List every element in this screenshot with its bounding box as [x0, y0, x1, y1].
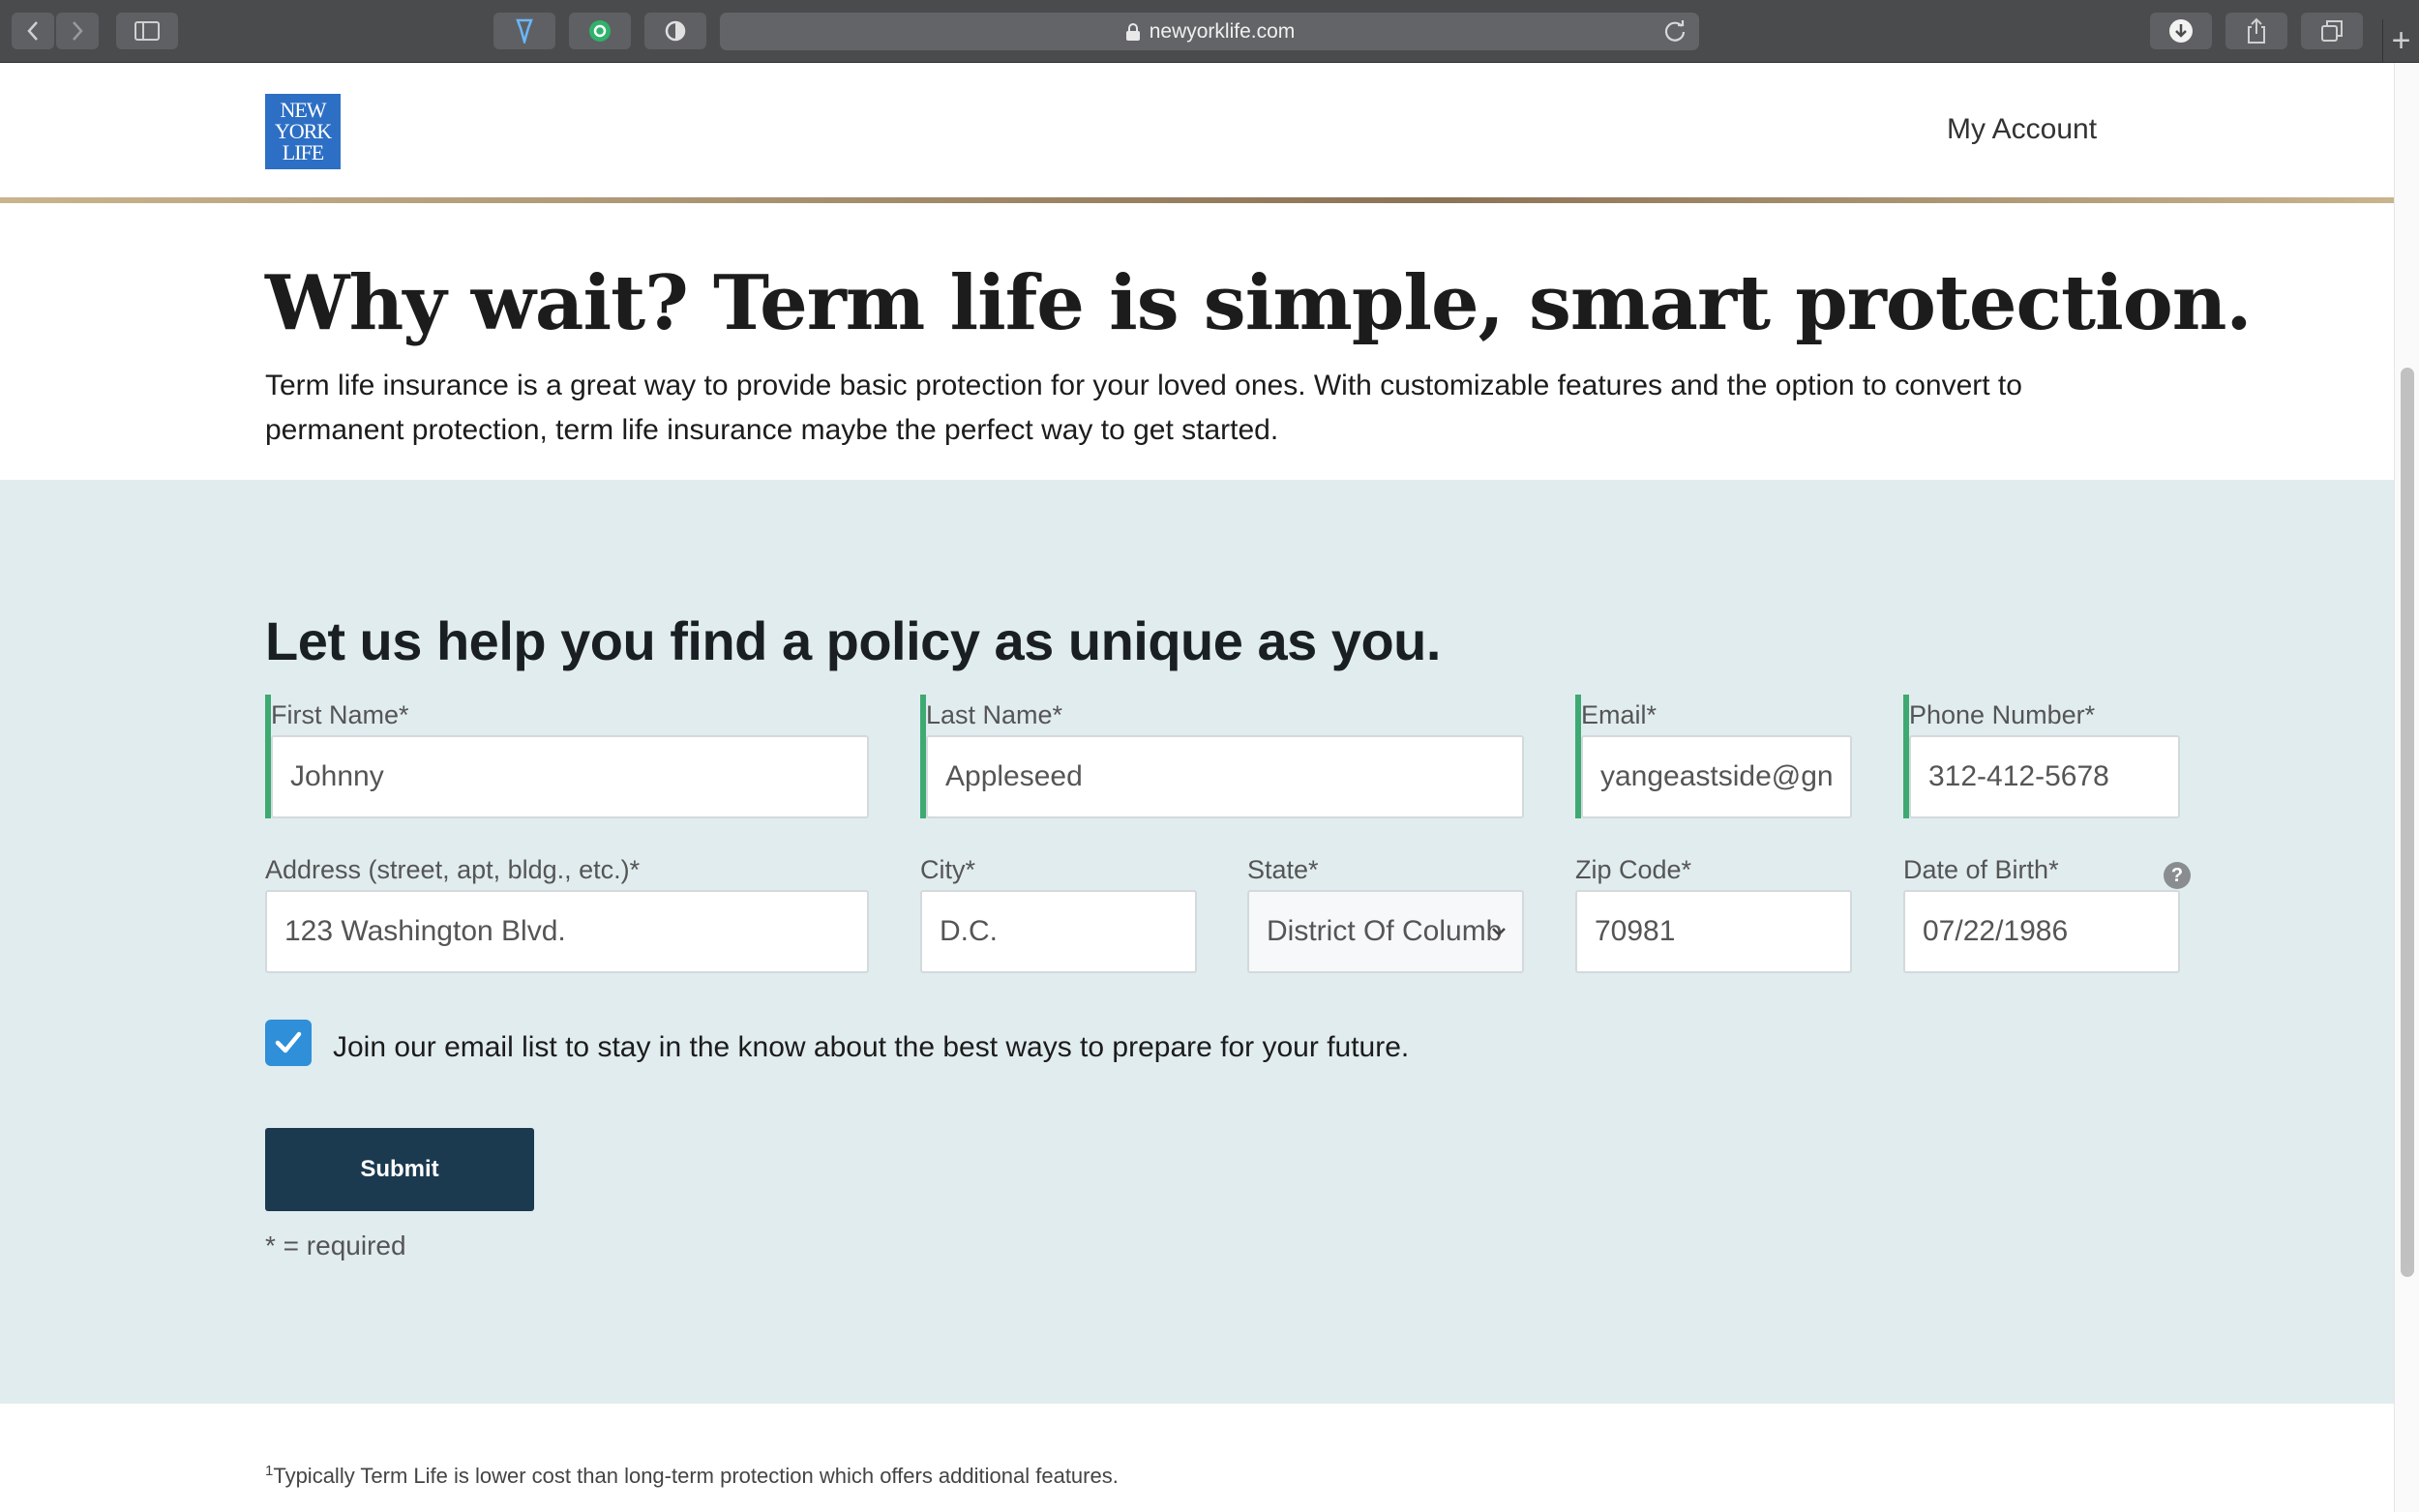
plus-icon: + [2391, 21, 2411, 59]
site-header: NEW YORK LIFE My Account [0, 63, 2394, 199]
logo-line: LIFE [282, 140, 324, 164]
url-text: newyorklife.com [1149, 19, 1296, 43]
back-button[interactable] [12, 13, 54, 49]
tabs-button[interactable] [2301, 13, 2363, 49]
footnote-text: Typically Term Life is lower cost than l… [273, 1464, 1119, 1488]
browser-toolbar: newyorklife.com + [0, 0, 2419, 63]
dob-label: Date of Birth* [1903, 855, 2059, 884]
share-button[interactable] [2225, 13, 2287, 49]
downloads-button[interactable] [2150, 13, 2212, 49]
address-input[interactable]: 123 Washington Blvd. [265, 890, 869, 973]
city-field: City* D.C. [920, 849, 1197, 973]
first-name-input[interactable]: Johnny [271, 735, 869, 818]
grammarly-icon [589, 20, 611, 42]
extension-button-2[interactable] [569, 13, 631, 49]
forward-button[interactable] [56, 13, 99, 49]
address-bar[interactable]: newyorklife.com [720, 13, 1699, 50]
first-name-field: First Name* Johnny [265, 695, 869, 818]
form-title: Let us help you find a policy as unique … [265, 610, 1441, 671]
email-label: Email* [1581, 700, 1657, 729]
address-field: Address (street, apt, bldg., etc.)* 123 … [265, 849, 869, 973]
chevron-right-icon [73, 21, 83, 41]
dob-help-icon[interactable]: ? [2164, 862, 2191, 889]
scrollbar-thumb[interactable] [2401, 368, 2414, 1277]
chevron-down-icon [1492, 928, 1506, 936]
share-icon [2248, 17, 2265, 44]
sidebar-button[interactable] [116, 13, 178, 49]
state-field: State* District Of Columb [1247, 849, 1524, 973]
last-name-field: Last Name* Appleseed [920, 695, 1524, 818]
dob-input[interactable]: 07/22/1986 [1903, 890, 2180, 973]
city-input[interactable]: D.C. [920, 890, 1197, 973]
hero-description: Term life insurance is a great way to pr… [265, 370, 2022, 446]
shield-icon [665, 20, 686, 42]
lock-icon [1125, 22, 1140, 41]
dob-field: Date of Birth* 07/22/1986 [1903, 849, 2180, 973]
phone-field: Phone Number* 312-412-5678 [1903, 695, 2180, 818]
extension-button-3[interactable] [644, 13, 706, 49]
zip-input[interactable]: 70981 [1575, 890, 1852, 973]
first-name-label: First Name* [271, 700, 409, 729]
email-list-checkbox[interactable] [265, 1020, 312, 1066]
checkmark-icon [275, 1031, 302, 1053]
email-field: Email* yangeastside@gn [1575, 695, 1852, 818]
city-label: City* [920, 855, 976, 884]
chevron-left-icon [27, 21, 38, 41]
header-divider [0, 197, 2394, 203]
phone-label: Phone Number* [1909, 700, 2096, 729]
pin-icon [516, 18, 533, 44]
zip-field: Zip Code* 70981 [1575, 849, 1852, 973]
tabs-icon [2321, 20, 2343, 42]
my-account-link[interactable]: My Account [1947, 113, 2097, 146]
page-title: Why wait? Term life is simple, smart pro… [265, 259, 2253, 347]
state-label: State* [1247, 855, 1319, 884]
last-name-input[interactable]: Appleseed [926, 735, 1524, 818]
new-york-life-logo[interactable]: NEW YORK LIFE [265, 94, 341, 169]
email-input[interactable]: yangeastside@gn [1581, 735, 1852, 818]
download-icon [2169, 19, 2193, 43]
logo-line: NEW [280, 98, 326, 122]
sidebar-icon [134, 21, 160, 41]
phone-input[interactable]: 312-412-5678 [1909, 735, 2180, 818]
footnote: 1Typically Term Life is lower cost than … [265, 1463, 1119, 1489]
required-note: * = required [265, 1230, 406, 1260]
state-value: District Of Columb [1267, 915, 1503, 947]
state-select[interactable]: District Of Columb [1247, 890, 1524, 973]
new-tab-button[interactable]: + [2382, 19, 2419, 62]
submit-button[interactable]: Submit [265, 1128, 534, 1211]
reload-icon[interactable] [1662, 18, 1687, 44]
extension-button-1[interactable] [493, 13, 555, 49]
logo-line: YORK [274, 119, 332, 143]
zip-label: Zip Code* [1575, 855, 1692, 884]
help-symbol: ? [2170, 864, 2184, 886]
email-list-label[interactable]: Join our email list to stay in the know … [333, 1031, 1409, 1064]
last-name-label: Last Name* [926, 700, 1063, 729]
address-label: Address (street, apt, bldg., etc.)* [265, 855, 641, 884]
